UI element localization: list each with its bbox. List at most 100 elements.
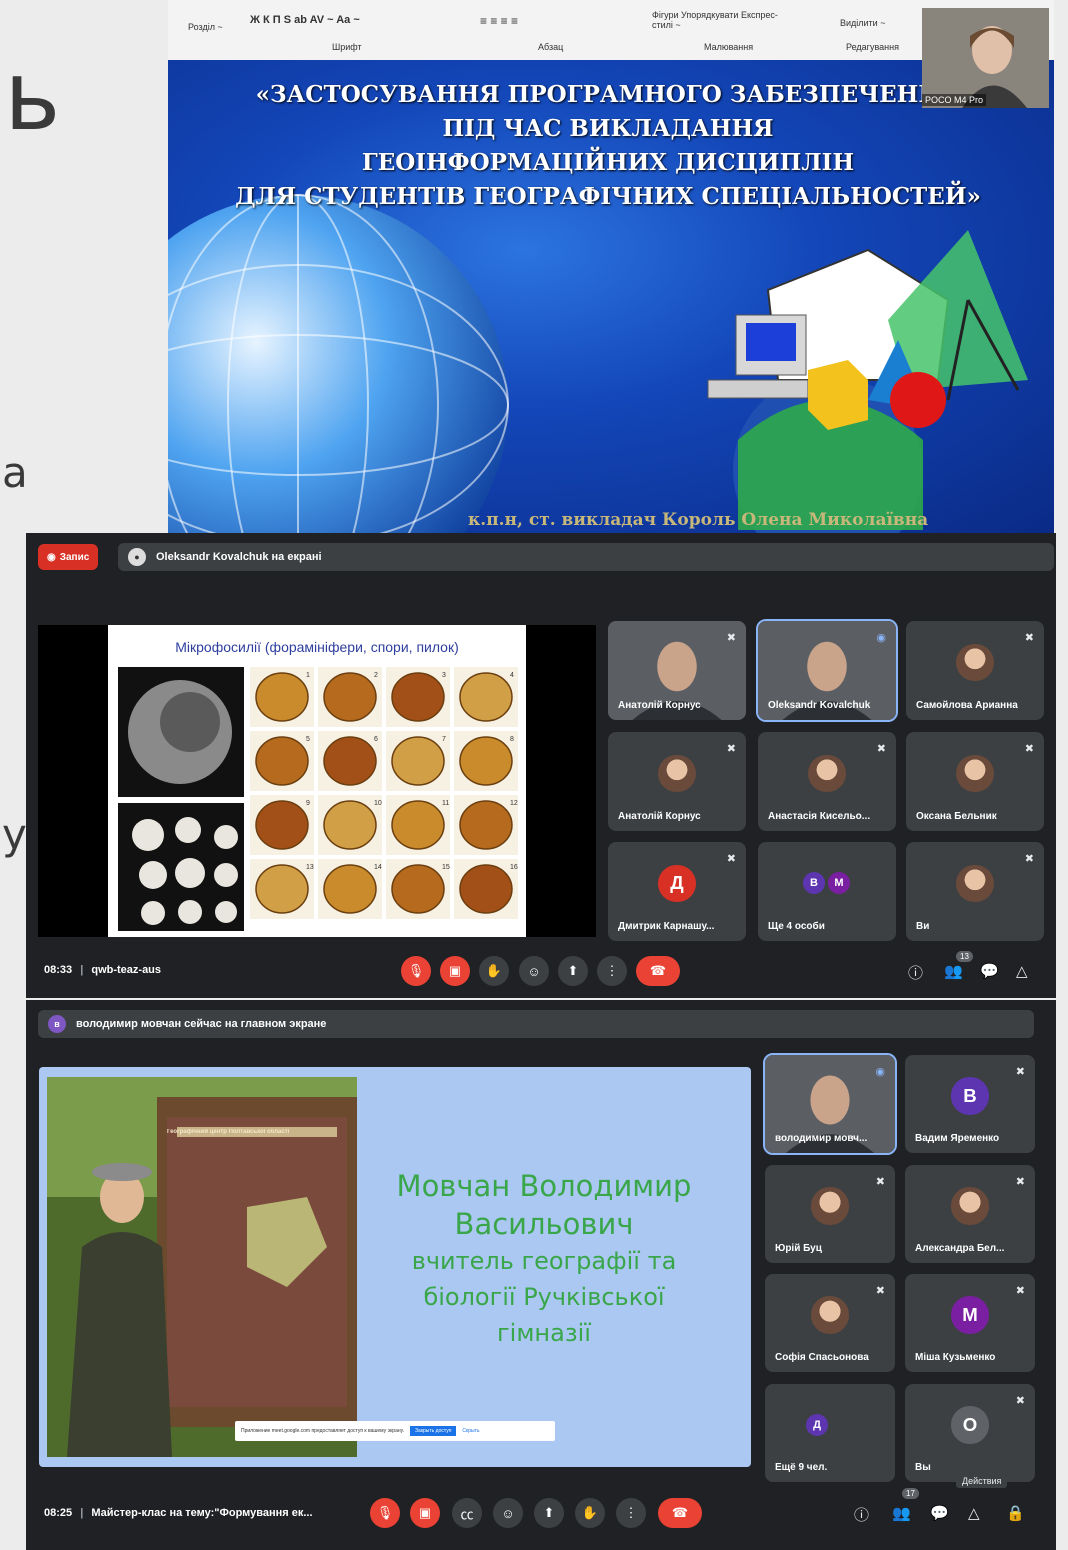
- emoji-icon: ☺: [527, 963, 541, 979]
- lock-icon[interactable]: 🔒: [1006, 1504, 1025, 1522]
- participant-tile[interactable]: ✖ Юрій Буц: [765, 1165, 895, 1263]
- pollen-number: 6: [374, 736, 378, 743]
- pollen-grain: 7: [386, 731, 450, 791]
- participant-tile[interactable]: ✖ Анатолій Корнус: [608, 732, 746, 831]
- people-icon[interactable]: 👥: [892, 1504, 911, 1522]
- more-icon: ⋮: [624, 1505, 638, 1520]
- participant-tile[interactable]: Д ✖ Дмитрик Карнашу...: [608, 842, 746, 941]
- more-options-button[interactable]: ⋮: [597, 956, 627, 986]
- participant-photo: [658, 754, 696, 793]
- participant-tile[interactable]: ✖ Александра Бел...: [905, 1165, 1035, 1263]
- participant-name: Ви: [916, 921, 930, 932]
- present-button[interactable]: ⬆: [534, 1498, 564, 1528]
- group-avatar: Д: [806, 1413, 828, 1436]
- reactions-button[interactable]: ☺: [493, 1498, 523, 1528]
- slide-author: к.п.н, ст. викладач Король Олена Миколаї…: [468, 510, 929, 530]
- pollen-grain: 13: [250, 859, 314, 919]
- hand-icon: ✋: [485, 963, 503, 978]
- pollen-number: 14: [374, 864, 382, 871]
- mic-off-button[interactable]: 🎙: [401, 956, 431, 986]
- end-call-button[interactable]: ☎: [658, 1498, 702, 1528]
- meeting-info: 08:33 | qwb-teaz-aus: [44, 964, 161, 976]
- font-tools[interactable]: Ж К П S ab AV ~ Aa ~: [250, 14, 360, 26]
- participant-tile[interactable]: М ✖ Міша Кузьменко: [905, 1274, 1035, 1372]
- slide-title-line: «ЗАСТОСУВАННЯ ПРОГРАМНОГО ЗАБЕЗПЕЧЕННЯ: [255, 81, 961, 108]
- slide-title-line: ПІД ЧАС ВИКЛАДАННЯ: [442, 115, 774, 142]
- pollen-number: 9: [306, 800, 310, 807]
- participant-tile[interactable]: Д Ещё 9 чел.: [765, 1384, 895, 1482]
- microfossil-images: 1 2 3 45 6 7 89 10 11 1213 14 15 16: [118, 667, 518, 931]
- activities-icon[interactable]: △: [968, 1504, 980, 1522]
- people-icon[interactable]: 👥: [944, 962, 963, 980]
- participant-name: Анатолій Корнус: [618, 811, 701, 822]
- recording-badge[interactable]: ◉ Запис: [38, 544, 99, 570]
- participant-tile[interactable]: ✖ Анатолій Корнус: [608, 621, 746, 720]
- select-button[interactable]: Виділити ~: [840, 18, 885, 28]
- reactions-button[interactable]: ☺: [519, 956, 549, 986]
- speaking-icon: ◉: [876, 632, 886, 644]
- stop-sharing-button[interactable]: Закрыть доступ: [410, 1426, 457, 1436]
- participant-photo: [956, 643, 994, 682]
- pollen-grain: 16: [454, 859, 518, 919]
- chat-icon[interactable]: 💬: [930, 1504, 949, 1522]
- present-icon: ⬆: [543, 1505, 555, 1520]
- present-button[interactable]: ⬆: [558, 956, 588, 986]
- group-avatar: В: [803, 872, 825, 895]
- hand-icon: ✋: [581, 1505, 599, 1520]
- participant-tile[interactable]: В ✖ Вадим Яременко: [905, 1055, 1035, 1153]
- participant-tile[interactable]: ✖ Анастасія Кисельо...: [758, 732, 896, 831]
- participant-tile[interactable]: О ✖ Вы: [905, 1384, 1035, 1482]
- participant-tile[interactable]: ✖ Софія Спасьонова: [765, 1274, 895, 1372]
- mic-muted-icon: ✖: [1015, 1395, 1025, 1407]
- raise-hand-button[interactable]: ✋: [479, 956, 509, 986]
- meeting-info: 08:25 | Майстер-клас на тему:"Формування…: [44, 1507, 313, 1519]
- participant-photo: [808, 754, 846, 793]
- end-call-button[interactable]: ☎: [636, 956, 680, 986]
- participant-name: Ще 4 особи: [768, 921, 825, 932]
- background-letter: у: [2, 810, 27, 859]
- activities-icon[interactable]: △: [1016, 962, 1028, 980]
- participant-name: Ещё 9 чел.: [775, 1462, 828, 1473]
- mic-off-button[interactable]: 🎙: [370, 1498, 400, 1528]
- participant-name: Анастасія Кисельо...: [768, 811, 871, 822]
- participant-photo: [811, 1187, 849, 1225]
- participant-name: Дмитрик Карнашу...: [618, 921, 715, 932]
- info-icon[interactable]: ⓘ: [908, 962, 923, 983]
- pollen-grain: 6: [318, 731, 382, 791]
- participant-tile[interactable]: ◉ Oleksandr Kovalchuk: [756, 619, 898, 722]
- camera-off-button[interactable]: ▣: [410, 1498, 440, 1528]
- pollen-number: 2: [374, 672, 378, 679]
- people-count-badge: 13: [956, 951, 973, 962]
- mic-off-icon: 🎙: [376, 1505, 394, 1520]
- participant-tile[interactable]: ✖ Оксана Бельник: [906, 732, 1044, 831]
- participant-tile[interactable]: ✖ Самойлова Арианна: [906, 621, 1044, 720]
- mic-off-icon: 🎙: [407, 963, 425, 978]
- more-options-button[interactable]: ⋮: [616, 1498, 646, 1528]
- participant-tile[interactable]: ✖ Ви: [906, 842, 1044, 941]
- record-label: Запис: [59, 551, 90, 563]
- mic-muted-icon: ✖: [1015, 1285, 1025, 1297]
- participant-tile[interactable]: ◉ володимир мовч...: [763, 1053, 897, 1155]
- presenter-avatar: в: [48, 1015, 66, 1033]
- pollen-number: 3: [442, 672, 446, 679]
- chat-icon[interactable]: 💬: [980, 962, 999, 980]
- info-icon[interactable]: ⓘ: [854, 1504, 869, 1525]
- pollen-grain: 5: [250, 731, 314, 791]
- shapes-button[interactable]: Фігури Упорядкувати Експрес-стилі ~: [652, 10, 792, 30]
- presenting-text: Oleksandr Kovalchuk на екрані: [156, 551, 322, 563]
- ribbon-group-editing: Редагування: [846, 42, 899, 52]
- section-button[interactable]: Розділ ~: [188, 22, 223, 32]
- captions-button[interactable]: ㏄: [452, 1498, 482, 1528]
- raise-hand-button[interactable]: ✋: [575, 1498, 605, 1528]
- hide-notice-button[interactable]: Скрыть: [462, 1428, 479, 1434]
- participant-avatar: В: [951, 1077, 989, 1115]
- pollen-grain: 4: [454, 667, 518, 727]
- person-video: [922, 8, 1049, 108]
- camera-off-button[interactable]: ▣: [440, 956, 470, 986]
- separator: |: [80, 964, 84, 976]
- slide-line: вчитель географії та: [411, 1247, 677, 1275]
- align-icons[interactable]: ≡ ≡ ≡ ≡: [480, 14, 518, 28]
- participant-name: Анатолій Корнус: [618, 700, 701, 711]
- mic-muted-icon: ✖: [1024, 743, 1034, 755]
- participant-tile[interactable]: В М Ще 4 особи: [758, 842, 896, 941]
